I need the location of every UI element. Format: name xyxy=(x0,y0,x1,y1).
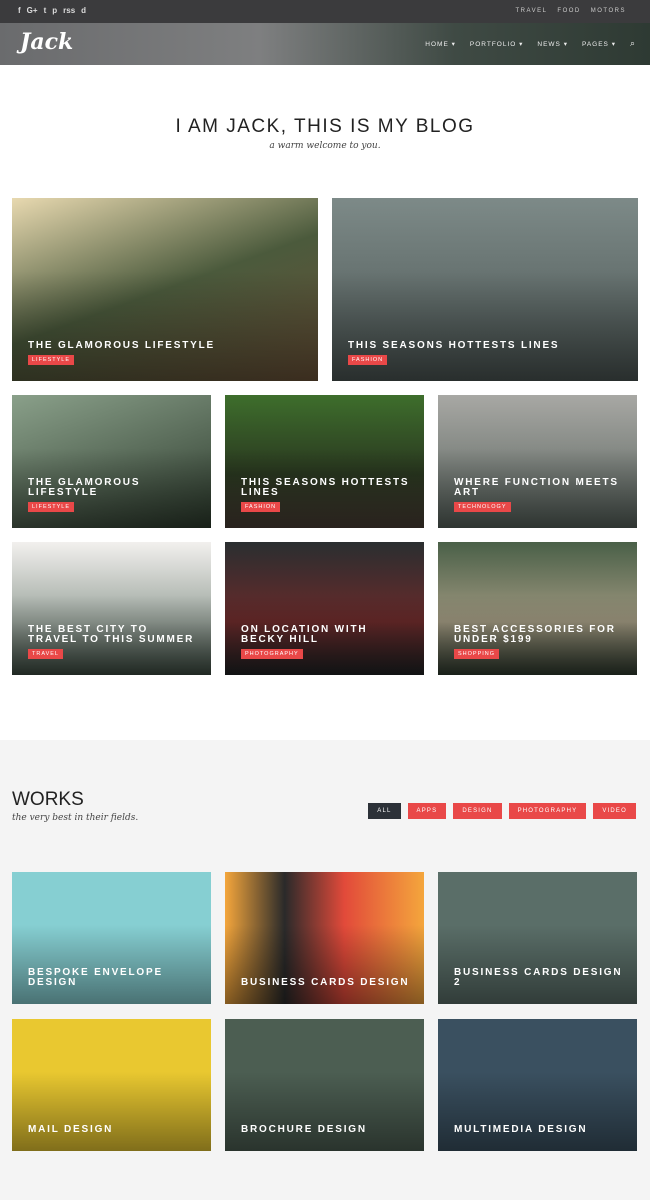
post-card[interactable]: The Glamorous Lifestyle LIFESTYLE xyxy=(12,395,211,528)
post-category-tag[interactable]: PHOTOGRAPHY xyxy=(241,649,303,659)
google-plus-icon[interactable]: G+ xyxy=(27,6,38,15)
post-category-tag[interactable]: LIFESTYLE xyxy=(28,355,75,365)
work-title[interactable]: Multimedia Design xyxy=(454,1125,623,1135)
post-title[interactable]: On Location With Becky Hill xyxy=(241,625,410,645)
facebook-icon[interactable]: f xyxy=(18,6,21,15)
post-card[interactable]: Where Function Meets Art TECHNOLOGY xyxy=(438,395,637,528)
twitter-icon[interactable]: t xyxy=(44,6,47,15)
post-title[interactable]: The Glamorous Lifestyle xyxy=(28,341,288,351)
filter-video[interactable]: VIDEO xyxy=(593,803,636,819)
social-links: f G+ t p rss d xyxy=(18,6,86,15)
work-card[interactable]: Business Cards Design xyxy=(225,872,424,1004)
post-card[interactable]: This Seasons Hottests Lines FASHION xyxy=(332,198,638,381)
nav-home[interactable]: HOME ▾ xyxy=(425,40,456,49)
work-title[interactable]: Mail Design xyxy=(28,1125,197,1135)
post-title[interactable]: This Seasons Hottests Lines xyxy=(241,478,410,498)
post-card[interactable]: The Glamorous Lifestyle LIFESTYLE xyxy=(12,198,318,381)
top-link-food[interactable]: FOOD xyxy=(557,8,580,14)
filter-photography[interactable]: PHOTOGRAPHY xyxy=(508,803,587,819)
works-subtitle: the very best in their fields. xyxy=(12,813,139,823)
post-card[interactable]: The Best City To Travel To This Summer TR… xyxy=(12,542,211,675)
post-category-tag[interactable]: SHOPPING xyxy=(454,649,500,659)
main-nav: HOME ▾ PORTFOLIO ▾ NEWS ▾ PAGES ▾ ⌕ xyxy=(425,38,636,49)
work-title[interactable]: Brochure Design xyxy=(241,1125,410,1135)
nav-news[interactable]: NEWS ▾ xyxy=(537,40,568,49)
page-title: I AM JACK, THIS IS MY BLOG xyxy=(175,116,475,137)
work-title[interactable]: Bespoke Envelope Design xyxy=(28,968,197,988)
post-title[interactable]: This Seasons Hottests Lines xyxy=(348,341,608,351)
post-card[interactable]: Best Accessories For Under $199 SHOPPING xyxy=(438,542,637,675)
search-icon[interactable]: ⌕ xyxy=(630,38,636,49)
top-link-motors[interactable]: MOTORS xyxy=(591,8,626,14)
works-title: WORKS xyxy=(12,789,84,810)
work-card[interactable]: Mail Design xyxy=(12,1019,211,1151)
nav-portfolio[interactable]: PORTFOLIO ▾ xyxy=(470,40,524,49)
post-card[interactable]: This Seasons Hottests Lines FASHION xyxy=(225,395,424,528)
header: Jack HOME ▾ PORTFOLIO ▾ NEWS ▾ PAGES ▾ ⌕ xyxy=(0,23,650,65)
post-card[interactable]: On Location With Becky Hill PHOTOGRAPHY xyxy=(225,542,424,675)
filter-design[interactable]: DESIGN xyxy=(453,803,502,819)
post-title[interactable]: Best Accessories For Under $199 xyxy=(454,625,623,645)
top-bar: f G+ t p rss d TRAVEL FOOD MOTORS xyxy=(0,0,650,23)
work-card[interactable]: Bespoke Envelope Design xyxy=(12,872,211,1004)
rss-icon[interactable]: rss xyxy=(63,6,75,15)
post-category-tag[interactable]: TRAVEL xyxy=(28,649,63,659)
filter-apps[interactable]: APPS xyxy=(407,803,447,819)
post-title[interactable]: The Best City To Travel To This Summer xyxy=(28,625,197,645)
work-card[interactable]: Business Cards Design 2 xyxy=(438,872,637,1004)
logo[interactable]: Jack xyxy=(20,29,73,55)
pinterest-icon[interactable]: p xyxy=(52,6,57,15)
post-category-tag[interactable]: FASHION xyxy=(348,355,388,365)
nav-pages[interactable]: PAGES ▾ xyxy=(582,40,616,49)
work-title[interactable]: Business Cards Design 2 xyxy=(454,968,623,988)
works-filters: ALL APPS DESIGN PHOTOGRAPHY VIDEO xyxy=(368,803,636,819)
work-card[interactable]: Multimedia Design xyxy=(438,1019,637,1151)
post-title[interactable]: The Glamorous Lifestyle xyxy=(28,478,197,498)
post-category-tag[interactable]: TECHNOLOGY xyxy=(454,502,511,512)
filter-all[interactable]: ALL xyxy=(368,803,401,819)
dribbble-icon[interactable]: d xyxy=(81,6,86,15)
post-category-tag[interactable]: LIFESTYLE xyxy=(28,502,75,512)
post-category-tag[interactable]: FASHION xyxy=(241,502,281,512)
top-link-travel[interactable]: TRAVEL xyxy=(516,8,548,14)
page-subtitle: a warm welcome to you. xyxy=(269,141,381,151)
post-title[interactable]: Where Function Meets Art xyxy=(454,478,623,498)
work-title[interactable]: Business Cards Design xyxy=(241,978,410,988)
work-card[interactable]: Brochure Design xyxy=(225,1019,424,1151)
